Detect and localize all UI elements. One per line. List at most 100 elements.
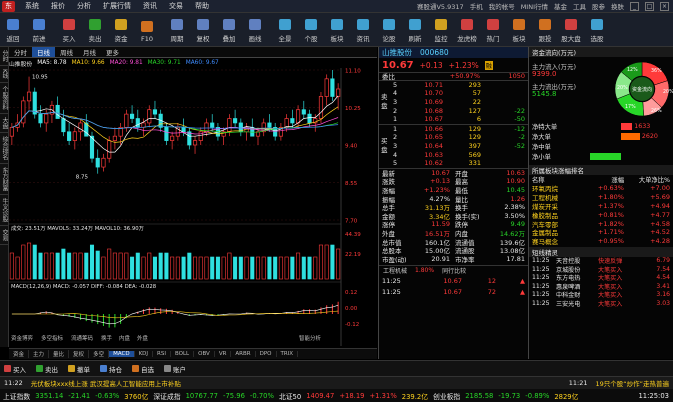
ticker-news-2[interactable]: 19只个股“炒作”走热普遍 bbox=[595, 378, 673, 388]
func-button-0[interactable]: 买入 bbox=[4, 364, 26, 374]
toolbar-button-21[interactable]: 股大盘 bbox=[558, 19, 584, 43]
left-tab-2[interactable]: 个股资料 bbox=[0, 83, 9, 114]
func-button-5[interactable]: 账户 bbox=[164, 364, 186, 374]
toolbar-button-2[interactable]: 买入 bbox=[56, 19, 82, 43]
indicator-tab-3[interactable]: 复权 bbox=[69, 350, 90, 358]
chart-bottom-tab-3[interactable]: 换手 bbox=[101, 334, 113, 342]
toolbar-button-5[interactable]: F10 bbox=[134, 21, 160, 43]
toolbar-button-11[interactable]: 个股 bbox=[298, 19, 324, 43]
toolbar-button-14[interactable]: 论股 bbox=[376, 19, 402, 43]
toolbar-button-13[interactable]: 资讯 bbox=[350, 19, 376, 43]
toolbar-button-16[interactable]: 监控 bbox=[428, 19, 454, 43]
ticker-news-1[interactable]: 光伏板块xxx线上涨 武汉提高人工智能应用上市补贴 bbox=[31, 378, 181, 388]
buy-price[interactable]: 10.62 bbox=[403, 159, 443, 167]
toolbar-button-12[interactable]: 板块 bbox=[324, 19, 350, 43]
toolbar-button-3[interactable]: 卖出 bbox=[82, 19, 108, 43]
news-row[interactable]: 11:25 天音控股 快速反弹 6.79 bbox=[529, 257, 673, 265]
tick-tab-0[interactable]: 工程机械 bbox=[379, 266, 411, 275]
buy-price[interactable]: 10.64 bbox=[403, 142, 443, 150]
toolbar-button-15[interactable]: 刷新 bbox=[402, 19, 428, 43]
chart-tab-3[interactable]: 月线 bbox=[78, 47, 101, 57]
left-tab-7[interactable]: 交易 bbox=[0, 226, 9, 245]
tick-tab-1[interactable]: 1.80% bbox=[411, 267, 438, 274]
toolbar-button-9[interactable]: 画线 bbox=[242, 19, 268, 43]
news-row[interactable]: 11:25 惠泉啤酒 大笔买入 3.41 bbox=[529, 282, 673, 291]
menu-quote[interactable]: 报价 bbox=[45, 1, 71, 11]
left-tab-5[interactable]: 东方财富 bbox=[0, 164, 9, 195]
news-row[interactable]: 11:25 东方电热 大笔买入 4.54 bbox=[529, 274, 673, 282]
toolbar-button-0[interactable]: 返回 bbox=[0, 19, 26, 43]
left-tab-0[interactable]: 分时 bbox=[0, 47, 9, 66]
indicator-tab-7[interactable]: RSI bbox=[153, 351, 171, 357]
buy-price[interactable]: 10.66 bbox=[403, 125, 443, 133]
left-tab-4[interactable]: 综合排名 bbox=[0, 133, 9, 164]
sell-price[interactable]: 10.70 bbox=[403, 89, 443, 97]
chart-tab-2[interactable]: 周线 bbox=[55, 47, 78, 57]
toolbar-button-8[interactable]: 叠加 bbox=[216, 19, 242, 43]
indicator-tab-6[interactable]: KDJ bbox=[135, 351, 154, 357]
chart-tab-0[interactable]: 分时 bbox=[9, 47, 32, 57]
menu-account[interactable]: 我的帐号 bbox=[489, 1, 515, 11]
toolbar-button-6[interactable]: 周期 bbox=[164, 19, 190, 43]
indicator-tab-9[interactable]: OBV bbox=[194, 351, 215, 357]
menu-trade[interactable]: 交易 bbox=[163, 1, 189, 11]
index-name[interactable]: 北证50 bbox=[279, 391, 301, 401]
chart-tab-1[interactable]: 日线 bbox=[32, 47, 55, 57]
toolbar-button-22[interactable]: 选股 bbox=[584, 19, 610, 43]
chart-bottom-tab-5[interactable]: 外盘 bbox=[137, 334, 149, 342]
news-row[interactable]: 11:25 三安光电 大笔买入 3.03 bbox=[529, 299, 673, 308]
chart-bottom-tab-2[interactable]: 流通筹码 bbox=[71, 334, 94, 342]
sell-price[interactable]: 10.71 bbox=[403, 81, 443, 89]
menu-analysis[interactable]: 分析 bbox=[71, 1, 97, 11]
indicator-tab-4[interactable]: 多空 bbox=[89, 350, 110, 358]
toolbar-button-4[interactable]: 资金 bbox=[108, 19, 134, 43]
func-button-2[interactable]: 撤单 bbox=[68, 364, 90, 374]
menu-news[interactable]: 资讯 bbox=[137, 1, 163, 11]
toolbar-button-7[interactable]: 复权 bbox=[190, 19, 216, 43]
func-button-4[interactable]: 自选 bbox=[132, 364, 154, 374]
menu-fund[interactable]: 基金 bbox=[554, 1, 567, 11]
toolbar-button-10[interactable]: 全景 bbox=[272, 19, 298, 43]
buy-price[interactable]: 10.63 bbox=[403, 151, 443, 159]
indicator-tab-1[interactable]: 主力 bbox=[29, 350, 50, 358]
news-row[interactable]: 11:25 中科金财 大笔买入 3.16 bbox=[529, 291, 673, 299]
toolbar-button-20[interactable]: 跟投 bbox=[532, 19, 558, 43]
chart-bottom-tab-4[interactable]: 内盘 bbox=[119, 334, 131, 342]
left-tab-1[interactable]: K线 bbox=[0, 66, 9, 83]
sell-price[interactable]: 10.69 bbox=[403, 98, 443, 106]
index-name[interactable]: 深证成指 bbox=[153, 391, 180, 401]
toolbar-button-1[interactable]: 前进 bbox=[26, 19, 52, 43]
indicator-tab-13[interactable]: TRIX bbox=[277, 351, 299, 357]
menu-phone[interactable]: 手机 bbox=[470, 1, 483, 11]
toolbar-button-18[interactable]: 热门 bbox=[480, 19, 506, 43]
smart-analysis-tab[interactable]: 智能分析 bbox=[299, 334, 322, 342]
toolbar-button-17[interactable]: 龙虎榜 bbox=[454, 19, 480, 43]
indicator-tab-10[interactable]: VR bbox=[215, 351, 232, 357]
left-tab-6[interactable]: 牛叉诊股 bbox=[0, 195, 9, 226]
kline-chart[interactable]: 11.10 10.25 9.40 8.55 7.70 10.95 8.75 成交: 23.51… bbox=[9, 68, 377, 348]
indicator-tab-8[interactable]: BOLL bbox=[171, 351, 195, 357]
maximize-icon[interactable]: □ bbox=[645, 1, 654, 11]
indicator-tab-5[interactable]: MACD bbox=[109, 351, 135, 357]
left-tab-3[interactable]: 大盘 bbox=[0, 114, 9, 133]
news-row[interactable]: 11:25 京城股份 大笔买入 7.54 bbox=[529, 265, 673, 274]
close-icon[interactable]: × bbox=[660, 1, 669, 11]
sector-row[interactable]: 赛马概念 +0.95% +4.28 bbox=[529, 237, 673, 246]
func-button-3[interactable]: 持仓 bbox=[100, 364, 122, 374]
menu-help[interactable]: 帮助 bbox=[189, 1, 215, 11]
menu-mini[interactable]: MINI行情 bbox=[521, 1, 548, 11]
indicator-tab-2[interactable]: 量比 bbox=[49, 350, 70, 358]
index-name[interactable]: 上证指数 bbox=[3, 391, 30, 401]
menu-skin[interactable]: 换肤 bbox=[611, 1, 624, 11]
minimize-icon[interactable]: _ bbox=[630, 1, 639, 11]
menu-stock[interactable]: 股参 bbox=[592, 1, 605, 11]
menu-extended[interactable]: 扩展行情 bbox=[97, 1, 137, 11]
tick-tab-2[interactable]: 同行比较 bbox=[438, 266, 470, 275]
chart-tab-4[interactable]: 更多 bbox=[101, 47, 124, 57]
menu-tools[interactable]: 工具 bbox=[573, 1, 586, 11]
indicator-tab-12[interactable]: DPO bbox=[256, 351, 277, 357]
menu-system[interactable]: 系统 bbox=[19, 1, 45, 11]
toolbar-button-19[interactable]: 板块 bbox=[506, 19, 532, 43]
chart-bottom-tab-1[interactable]: 多空指标 bbox=[41, 334, 64, 342]
indicator-tab-11[interactable]: ARBR bbox=[231, 351, 256, 357]
